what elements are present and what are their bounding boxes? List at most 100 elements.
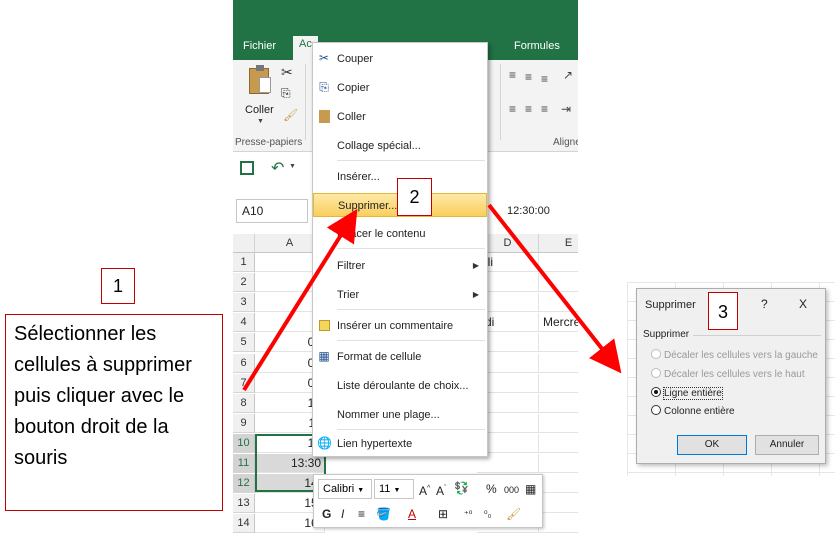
- indent-icon[interactable]: ⇥: [561, 102, 571, 116]
- cell-e[interactable]: [539, 514, 578, 534]
- menu-item-pick-list[interactable]: Liste déroulante de choix...: [313, 374, 487, 398]
- borders-icon[interactable]: ⊞: [438, 505, 448, 523]
- close-icon[interactable]: X: [799, 297, 807, 311]
- row-header[interactable]: 6: [233, 353, 255, 373]
- copy-icon[interactable]: ⎘: [281, 86, 291, 101]
- align-center-icon[interactable]: ≡: [358, 505, 365, 523]
- row-header[interactable]: 5: [233, 333, 255, 353]
- menu-label: Trier: [337, 289, 360, 301]
- align-bottom-icon[interactable]: ≡: [541, 72, 548, 86]
- accounting-format-icon[interactable]: 💱: [454, 479, 469, 497]
- cell-e[interactable]: [539, 354, 578, 373]
- align-left-icon[interactable]: ≡: [509, 102, 516, 116]
- cell-e[interactable]: [539, 273, 578, 293]
- menu-item-define-name[interactable]: Nommer une plage...: [313, 403, 487, 427]
- help-icon[interactable]: ?: [761, 297, 768, 311]
- menu-item-cut[interactable]: ✂ Couper: [313, 47, 487, 71]
- menu-item-sort[interactable]: Trier ▶: [313, 283, 487, 307]
- align-right-icon[interactable]: ≡: [541, 102, 548, 116]
- cell-e[interactable]: Mercre: [539, 313, 578, 333]
- cell-e[interactable]: [539, 333, 578, 353]
- row-header[interactable]: 13: [233, 494, 255, 514]
- menu-label: Supprimer...: [338, 200, 398, 212]
- increase-font-icon[interactable]: A^: [419, 480, 430, 500]
- radio-button: [651, 349, 661, 359]
- formula-value[interactable]: 12:30:00: [507, 205, 550, 217]
- cell-e[interactable]: [539, 434, 578, 453]
- menu-item-insert-comment[interactable]: Insérer un commentaire: [313, 314, 487, 338]
- fill-color-icon[interactable]: 🪣: [376, 505, 391, 523]
- ok-button[interactable]: OK: [677, 435, 747, 455]
- paste-label: Coller: [245, 104, 274, 116]
- option-entire-column[interactable]: Colonne entière: [651, 405, 735, 417]
- orientation-icon[interactable]: ↗: [563, 68, 573, 82]
- row-header[interactable]: 8: [233, 393, 255, 413]
- context-menu: ✂ Couper ⎘ Copier Coller Collage spécial..…: [312, 42, 488, 457]
- column-header-e[interactable]: E: [539, 234, 578, 253]
- select-all-corner[interactable]: [233, 234, 255, 253]
- decrease-font-icon[interactable]: Aˇ: [436, 480, 446, 500]
- menu-item-format-cells[interactable]: ▦ Format de cellule: [313, 345, 487, 369]
- row-header[interactable]: 4: [233, 313, 255, 333]
- row-header[interactable]: 14: [233, 514, 255, 534]
- cell-e[interactable]: [539, 414, 578, 433]
- cell-e[interactable]: [539, 374, 578, 393]
- menu-label: Collage spécial...: [337, 140, 421, 152]
- row-header[interactable]: 7: [233, 373, 255, 393]
- align-top-icon[interactable]: ≡: [509, 68, 516, 82]
- font-name-box[interactable]: Calibri ▼: [318, 479, 372, 499]
- menu-item-clear-contents[interactable]: Effacer le contenu: [313, 222, 487, 246]
- cell-e[interactable]: [539, 293, 578, 313]
- align-middle-icon[interactable]: ≡: [525, 70, 532, 84]
- scissors-icon[interactable]: ✂: [281, 64, 293, 81]
- cell-e[interactable]: [539, 253, 578, 272]
- paste-button[interactable]: Coller ▼: [243, 65, 279, 128]
- cancel-button[interactable]: Annuler: [755, 435, 819, 455]
- row-header[interactable]: 3: [233, 293, 255, 313]
- table-format-icon[interactable]: ▦: [525, 480, 536, 498]
- row-header[interactable]: 10: [233, 433, 255, 453]
- font-size-box[interactable]: 11 ▼: [374, 479, 414, 499]
- comma-style-button[interactable]: 000: [504, 481, 519, 499]
- menu-item-copy[interactable]: ⎘ Copier: [313, 76, 487, 100]
- undo-icon[interactable]: ↶: [271, 158, 284, 178]
- percent-style-button[interactable]: %: [486, 480, 497, 498]
- name-box[interactable]: A10: [236, 199, 308, 223]
- radio-button: [651, 405, 661, 415]
- row-header[interactable]: 11: [233, 454, 255, 473]
- option-shift-up[interactable]: Décaler les cellules vers le haut: [651, 368, 805, 380]
- tab-formulas[interactable]: Formules: [514, 40, 560, 52]
- radio-button: [651, 368, 661, 378]
- menu-item-paste[interactable]: Coller: [313, 105, 487, 129]
- save-icon[interactable]: [240, 161, 254, 175]
- row-header[interactable]: 2: [233, 273, 255, 293]
- menu-item-paste-special[interactable]: Collage spécial...: [313, 134, 487, 158]
- menu-item-hyperlink[interactable]: 🌐 Lien hypertexte: [313, 432, 487, 456]
- cell-e[interactable]: [539, 494, 578, 514]
- comment-icon: [319, 320, 330, 331]
- row-header[interactable]: 1: [233, 253, 255, 272]
- cell-e[interactable]: [539, 454, 578, 473]
- font-color-icon[interactable]: A: [408, 505, 416, 523]
- align-center-icon[interactable]: ≡: [525, 102, 532, 116]
- option-entire-row[interactable]: Ligne entière: [651, 387, 723, 400]
- menu-separator: [337, 248, 485, 249]
- menu-item-filter[interactable]: Filtrer ▶: [313, 254, 487, 278]
- undo-dropdown-icon[interactable]: ▼: [289, 163, 296, 170]
- row-header[interactable]: 9: [233, 413, 255, 433]
- increase-decimal-icon[interactable]: ⁺⁰: [464, 505, 472, 523]
- copy-icon: ⎘: [319, 80, 329, 94]
- decrease-decimal-icon[interactable]: ⁰₀: [484, 505, 491, 523]
- cell-e[interactable]: [539, 474, 578, 494]
- menu-label: Coller: [337, 111, 366, 123]
- format-painter-icon[interactable]: 🖌: [283, 108, 298, 122]
- format-painter-icon[interactable]: 🖌: [506, 505, 521, 523]
- cell-e[interactable]: [539, 394, 578, 413]
- italic-button[interactable]: I: [341, 505, 344, 523]
- option-shift-left[interactable]: Décaler les cellules vers la gauche: [651, 349, 818, 361]
- option-label: Colonne entière: [664, 406, 735, 417]
- row-header[interactable]: 12: [233, 474, 255, 494]
- dialog-title: Supprimer: [645, 299, 696, 311]
- bold-button[interactable]: G: [322, 505, 331, 523]
- tab-file[interactable]: Fichier: [243, 40, 276, 52]
